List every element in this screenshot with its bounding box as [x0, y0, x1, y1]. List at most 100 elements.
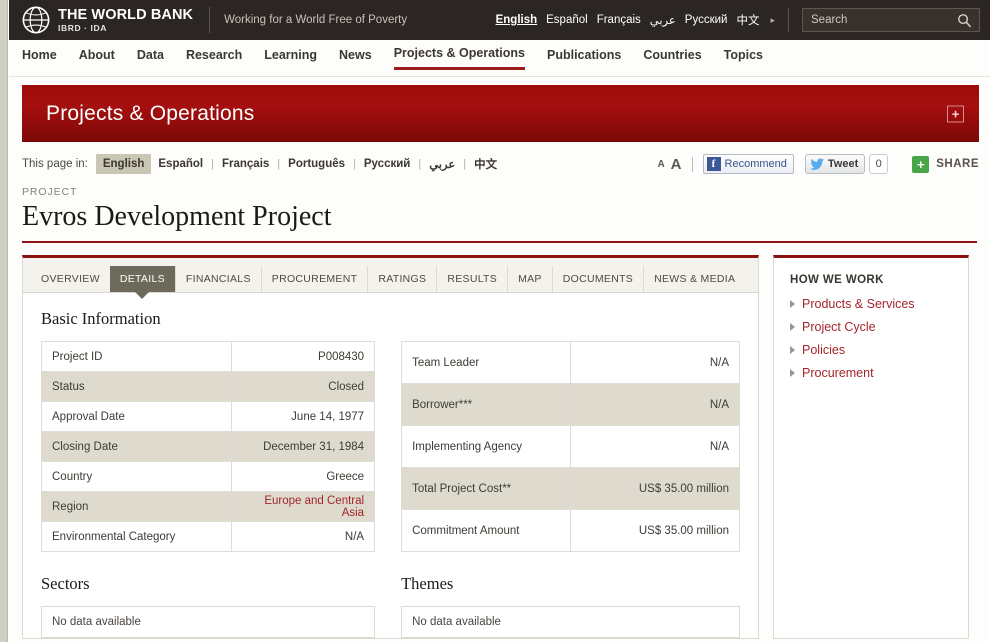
table-row: Total Project Cost** US$ 35.00 million: [401, 467, 740, 510]
tab-details[interactable]: DETAILS: [109, 266, 175, 292]
row-value: US$ 35.00 million: [570, 509, 740, 552]
row-label: Team Leader: [401, 341, 572, 384]
font-size-decrease-button[interactable]: A: [657, 159, 664, 170]
nav-learning[interactable]: Learning: [264, 48, 317, 69]
tab-news-and-media[interactable]: NEWS & MEDIA: [643, 266, 745, 292]
details-panel-body: Basic Information Project ID P008430 Sta…: [23, 293, 758, 638]
font-size-increase-button[interactable]: A: [671, 156, 682, 173]
language-more-arrow-icon[interactable]: ▸: [768, 15, 777, 26]
table-row: Closing Date December 31, 1984: [41, 431, 376, 462]
primary-navigation: Home About Data Research Learning News P…: [9, 40, 990, 77]
section-banner-wrap: Projects & Operations +: [9, 77, 990, 142]
sidebar-item-label[interactable]: Products & Services: [802, 297, 915, 311]
page-lang-arabic[interactable]: عربي: [422, 153, 462, 175]
global-lang-english[interactable]: English: [496, 14, 538, 26]
table-row: Approval Date June 14, 1977: [41, 401, 376, 432]
page-lang-russian[interactable]: Русский: [357, 154, 417, 174]
sidebar-item-project-cycle[interactable]: Project Cycle: [790, 320, 954, 334]
global-language-switcher: English Español Français عربي Русский 中文…: [496, 8, 990, 32]
brand-wordmark: THE WORLD BANK IBRD · IDA: [58, 7, 193, 33]
sidebar-item-label[interactable]: Project Cycle: [802, 320, 876, 334]
page-root: THE WORLD BANK IBRD · IDA Working for a …: [0, 0, 990, 642]
share-button[interactable]: + SHARE: [912, 155, 979, 173]
globe-icon: [22, 6, 50, 34]
tab-results[interactable]: RESULTS: [436, 266, 507, 292]
nav-home[interactable]: Home: [22, 48, 57, 69]
search-icon[interactable]: [957, 13, 972, 28]
nav-news[interactable]: News: [339, 48, 372, 69]
world-bank-logo[interactable]: THE WORLD BANK IBRD · IDA: [9, 5, 193, 35]
table-row: Borrower*** N/A: [401, 383, 740, 426]
row-value: US$ 35.00 million: [570, 467, 740, 510]
global-lang-chinese[interactable]: 中文: [736, 12, 759, 28]
basic-information-tables: Project ID P008430 Status Closed Approva…: [41, 341, 740, 552]
nav-topics[interactable]: Topics: [724, 48, 763, 69]
sidebar-item-policies[interactable]: Policies: [790, 343, 954, 357]
page-lang-chinese[interactable]: 中文: [467, 152, 504, 176]
global-search[interactable]: [802, 8, 980, 32]
section-banner-title: Projects & Operations: [46, 101, 255, 125]
nav-countries[interactable]: Countries: [643, 48, 701, 69]
tab-documents[interactable]: DOCUMENTS: [551, 266, 643, 292]
global-lang-russian[interactable]: Русский: [685, 14, 728, 26]
tab-ratings[interactable]: RATINGS: [367, 266, 436, 292]
chevron-right-icon: [790, 323, 795, 331]
table-row: Commitment Amount US$ 35.00 million: [401, 509, 740, 552]
global-lang-arabic[interactable]: عربي: [650, 13, 676, 27]
twitter-share-group: Tweet 0: [804, 154, 889, 174]
project-tabs: OVERVIEW DETAILS FINANCIALS PROCUREMENT …: [23, 258, 758, 293]
page-lang-francais[interactable]: Français: [215, 154, 276, 174]
row-value: Closed: [230, 371, 376, 402]
row-value: Greece: [230, 461, 376, 492]
tab-procurement[interactable]: PROCUREMENT: [260, 266, 368, 292]
row-label: Implementing Agency: [401, 425, 572, 468]
region-link[interactable]: Europe and Central Asia: [264, 495, 364, 519]
chevron-right-icon: [790, 300, 795, 308]
tab-financials[interactable]: FINANCIALS: [174, 266, 261, 292]
utility-actions: A A f Recommend Tweet 0 + SHARE: [657, 154, 979, 174]
nav-data[interactable]: Data: [137, 48, 164, 69]
sidebar-item-procurement[interactable]: Procurement: [790, 366, 954, 380]
facebook-icon: f: [706, 157, 721, 171]
table-row: Country Greece: [41, 461, 376, 492]
search-input[interactable]: [803, 9, 951, 31]
sectors-no-data: No data available: [41, 606, 376, 638]
page-lang-english[interactable]: English: [95, 154, 152, 174]
row-value: P008430: [230, 341, 376, 372]
tab-map[interactable]: MAP: [507, 266, 552, 292]
nav-projects-and-operations[interactable]: Projects & Operations: [393, 46, 525, 70]
tab-overview[interactable]: OVERVIEW: [31, 266, 110, 292]
header-tagline: Working for a World Free of Poverty: [224, 14, 408, 26]
page-lang-espanol[interactable]: Español: [151, 154, 210, 174]
banner-expand-plus-icon[interactable]: +: [947, 105, 964, 122]
row-label: Commitment Amount: [401, 509, 572, 552]
brand-subtitle: IBRD · IDA: [58, 23, 107, 33]
browser-left-gutter: [0, 0, 8, 642]
table-row: Region Europe and Central Asia: [41, 491, 376, 522]
nav-research[interactable]: Research: [186, 48, 242, 69]
row-label: Borrower***: [401, 383, 572, 426]
sidebar-item-label[interactable]: Procurement: [802, 366, 874, 380]
main-panel: OVERVIEW DETAILS FINANCIALS PROCUREMENT …: [22, 255, 759, 639]
row-label: Region: [41, 491, 232, 522]
row-value: December 31, 1984: [230, 431, 376, 462]
themes-no-data: No data available: [401, 606, 740, 638]
row-label: Project ID: [41, 341, 232, 372]
facebook-recommend-label: Recommend: [724, 158, 787, 170]
nav-about[interactable]: About: [79, 48, 115, 69]
facebook-recommend-button[interactable]: f Recommend: [702, 154, 794, 174]
global-lang-francais[interactable]: Français: [597, 14, 641, 26]
section-banner: Projects & Operations +: [22, 85, 979, 142]
project-eyebrow: PROJECT: [22, 186, 78, 198]
table-row: Project ID P008430: [41, 341, 376, 372]
global-lang-espanol[interactable]: Español: [546, 14, 588, 26]
sectors-themes-section: Sectors No data available Themes No data…: [41, 552, 740, 638]
sectors-column: Sectors No data available: [41, 574, 376, 638]
page-lang-portugues[interactable]: Português: [281, 154, 352, 174]
sidebar-item-label[interactable]: Policies: [802, 343, 845, 357]
row-label: Country: [41, 461, 232, 492]
twitter-tweet-button[interactable]: Tweet: [804, 154, 866, 174]
sidebar-item-products-and-services[interactable]: Products & Services: [790, 297, 954, 311]
sidebar-heading: HOW WE WORK: [790, 274, 884, 286]
nav-publications[interactable]: Publications: [547, 48, 621, 69]
